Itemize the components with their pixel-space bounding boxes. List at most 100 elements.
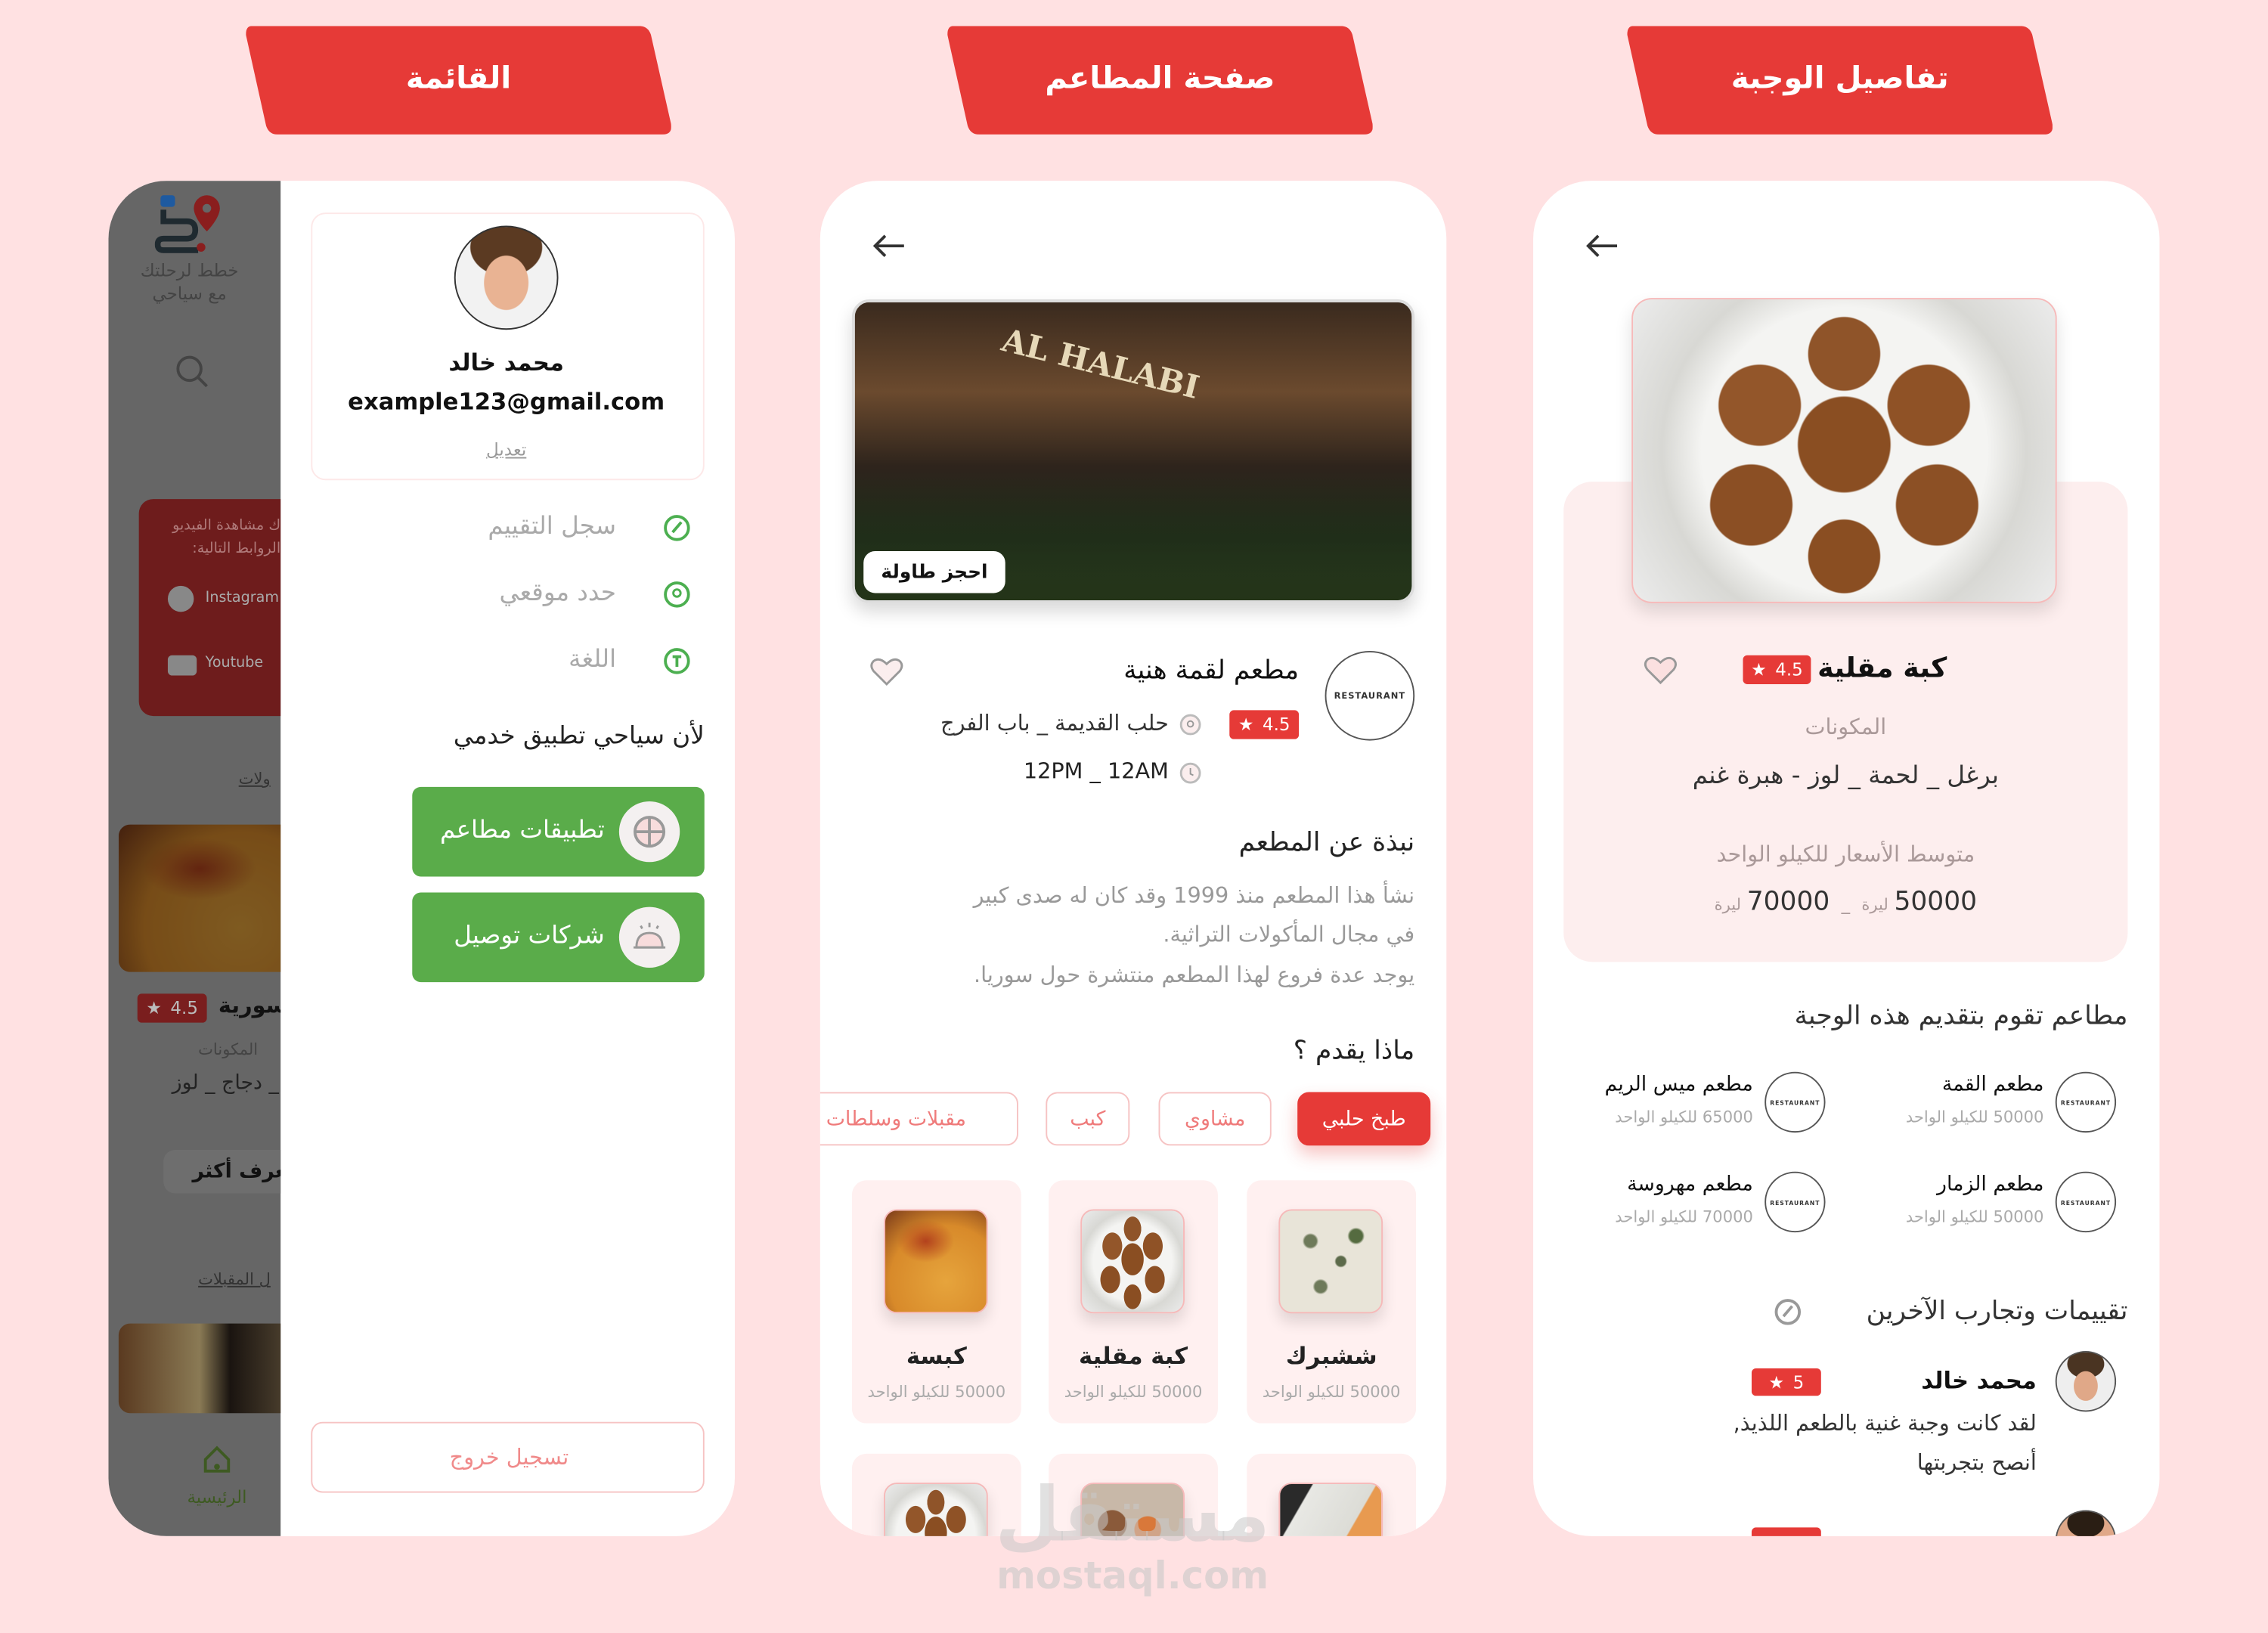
- about-line: يوجد عدة فروع لهذا المطعم منتشرة حول سور…: [973, 962, 1415, 988]
- dish-card[interactable]: كبسة 50000 للكيلو الواحد: [851, 1180, 1021, 1424]
- location-pin-icon: [1179, 714, 1201, 736]
- write-review-icon[interactable]: [1774, 1297, 1802, 1326]
- rating-value: 4.5: [170, 998, 198, 1018]
- restaurant-logo: RESTAURANT: [2055, 1071, 2117, 1133]
- tab-menu: القائمة: [246, 26, 671, 135]
- social-text: الروابط التالية:: [192, 541, 281, 557]
- dish-card[interactable]: [1247, 1453, 1417, 1536]
- restaurant-list-item[interactable]: RESTAURANT مطعم الزمار 50000 للكيلو الوا…: [1823, 1169, 2127, 1235]
- button-label: شركات توصيل: [454, 921, 605, 951]
- dish-photo: [1631, 298, 2057, 603]
- edit-profile-link[interactable]: تعديل: [486, 442, 526, 459]
- restaurant-list-item[interactable]: RESTAURANT مطعم القمة 50000 للكيلو الواح…: [1823, 1069, 2127, 1136]
- price-separator: _: [1841, 894, 1851, 915]
- language-icon: [664, 648, 690, 674]
- delivery-companies-button[interactable]: شركات توصيل: [412, 892, 705, 983]
- dish-card[interactable]: كبة مقلية 50000 للكيلو الواحد: [1049, 1180, 1218, 1424]
- appetizers-link[interactable]: ل المقبلات: [198, 1272, 271, 1287]
- dish-photo: [884, 1209, 988, 1314]
- social-card: ك مشاهدة الفيديو الروابط التالية: Instag…: [138, 499, 281, 717]
- ingredients-label: المكونات: [198, 1040, 259, 1059]
- rating-value: 5: [1792, 1371, 1805, 1393]
- menu-item-rating-history[interactable]: سجل التقييم: [311, 508, 704, 549]
- social-text: ك مشاهدة الفيديو: [172, 517, 281, 534]
- price-max: 70000: [1746, 886, 1830, 918]
- heart-icon[interactable]: [869, 655, 904, 687]
- tab-label: صفحة المطاعم: [1045, 60, 1275, 96]
- star-icon: ★: [1768, 1371, 1785, 1393]
- canvas: القائمة صفحة المطاعم تفاصيل الوجبة خطط ل…: [0, 0, 2268, 1633]
- tagline: خطط لرحلتك: [140, 260, 239, 281]
- back-arrow-icon[interactable]: [872, 233, 907, 259]
- rating-badge: ★ 4.5: [1743, 655, 1811, 684]
- avatar[interactable]: [454, 225, 559, 330]
- price-min: 50000: [1894, 886, 1978, 918]
- dish-details-screen: كبة مقلية ★ 4.5 المكونات برغل _ لحمة _ لو…: [1533, 181, 2160, 1536]
- back-arrow-icon[interactable]: [1585, 233, 1620, 259]
- dish-name: ششبرك: [1285, 1342, 1377, 1370]
- restaurant-apps-button[interactable]: تطبيقات مطاعم: [412, 786, 705, 877]
- dish-card[interactable]: ششبرك 50000 للكيلو الواحد: [1247, 1180, 1417, 1424]
- restaurant-price: 70000 للكيلو الواحد: [1615, 1207, 1753, 1227]
- reviewer-avatar: [2055, 1350, 2117, 1412]
- currency: ليرة: [1714, 895, 1742, 915]
- profile-email: example123@gmail.com: [348, 387, 665, 416]
- instagram-icon[interactable]: [167, 585, 194, 612]
- location-icon: [664, 581, 690, 608]
- restaurants-heading: مطاعم تقوم بتقديم هذه الوجبة: [1794, 1000, 2128, 1032]
- menu-item-label: اللغة: [569, 645, 617, 674]
- rating-badge: ★ 4.5: [1229, 710, 1300, 739]
- learn-more-button[interactable]: تعرف أكثر: [163, 1150, 281, 1194]
- category-chip[interactable]: مقبلات وسلطات م: [820, 1092, 1018, 1146]
- dish-photo[interactable]: [118, 824, 281, 972]
- logout-button[interactable]: تسجيل خروج: [311, 1421, 705, 1493]
- rating-value: 4.5: [1775, 659, 1803, 680]
- price-range: 50000 ليرة _ 70000 ليرة: [1714, 886, 1978, 918]
- offers-heading: ماذا يقدم ؟: [1293, 1035, 1415, 1067]
- review-rating-badge: [1751, 1527, 1821, 1536]
- logout-label: تسجيل خروج: [449, 1444, 569, 1470]
- menu-item-label: سجل التقييم: [488, 512, 617, 541]
- tab-label: تفاصيل الوجبة: [1730, 60, 1949, 96]
- restaurant-logo: RESTAURANT: [1765, 1071, 1826, 1133]
- restaurant-list-item[interactable]: RESTAURANT مطعم مهروسة 70000 للكيلو الوا…: [1533, 1169, 1836, 1235]
- rating-badge: ★ 4.5: [137, 993, 207, 1023]
- menu-item-label: حدد موقعي: [499, 578, 617, 608]
- category-chip[interactable]: كبب: [1046, 1092, 1130, 1146]
- edit-icon: [664, 515, 690, 541]
- restaurant-screen: AL HALABI احجز طاولة RESTAURANT مطعم لقم…: [820, 181, 1447, 1536]
- restaurant-name: مطعم لقمة هنية: [1123, 655, 1300, 686]
- book-table-button[interactable]: احجز طاولة: [863, 550, 1005, 593]
- dish-name: كبة مقلية: [1079, 1342, 1188, 1370]
- search-icon[interactable]: [175, 355, 210, 389]
- drink-photo[interactable]: [118, 1323, 281, 1414]
- restaurant-logo: RESTAURANT: [1765, 1171, 1826, 1233]
- ingredients-label: المكونات: [1805, 714, 1887, 740]
- dimmed-background-app[interactable]: خطط لرحلتك مع سياحي ك مشاهدة الفيديو الر…: [108, 181, 281, 1536]
- app-logo-icon: [154, 195, 220, 253]
- youtube-link[interactable]: Youtube: [206, 656, 264, 671]
- dish-photo: [1080, 1209, 1185, 1314]
- home-icon[interactable]: [201, 1443, 233, 1475]
- heart-icon[interactable]: [1643, 654, 1678, 686]
- restaurant-icon: [618, 801, 680, 863]
- instagram-link[interactable]: Instagram: [206, 591, 279, 606]
- nav-home-label[interactable]: الرئيسية: [187, 1489, 246, 1506]
- button-label: تطبيقات مطاعم: [439, 816, 605, 845]
- menu-item-locate-me[interactable]: حدد موقعي: [311, 575, 704, 615]
- youtube-icon[interactable]: [167, 655, 197, 676]
- restaurant-price: 50000 للكيلو الواحد: [1905, 1108, 2044, 1127]
- about-heading: نبذة عن المطعم: [1238, 827, 1415, 858]
- dish-price: 50000 للكيلو الواحد: [867, 1383, 1006, 1402]
- dish-photo: [1278, 1483, 1383, 1536]
- restaurant-list-item[interactable]: RESTAURANT مطعم ميس الريم 65000 للكيلو ا…: [1533, 1069, 1836, 1136]
- category-chip[interactable]: مشاوي: [1158, 1092, 1272, 1146]
- watermark-logo: مستقل: [995, 1472, 1271, 1560]
- dish-photo: [884, 1483, 988, 1536]
- menu-item-language[interactable]: اللغة: [311, 641, 704, 682]
- see-all-link[interactable]: ولات: [239, 771, 271, 787]
- services-heading: لأن سياحي تطبيق خدمي: [453, 721, 705, 751]
- dish-name: كبسة: [906, 1342, 967, 1370]
- category-chip[interactable]: طبخ حلبي: [1297, 1092, 1431, 1146]
- dish-name: سورية: [218, 992, 281, 1018]
